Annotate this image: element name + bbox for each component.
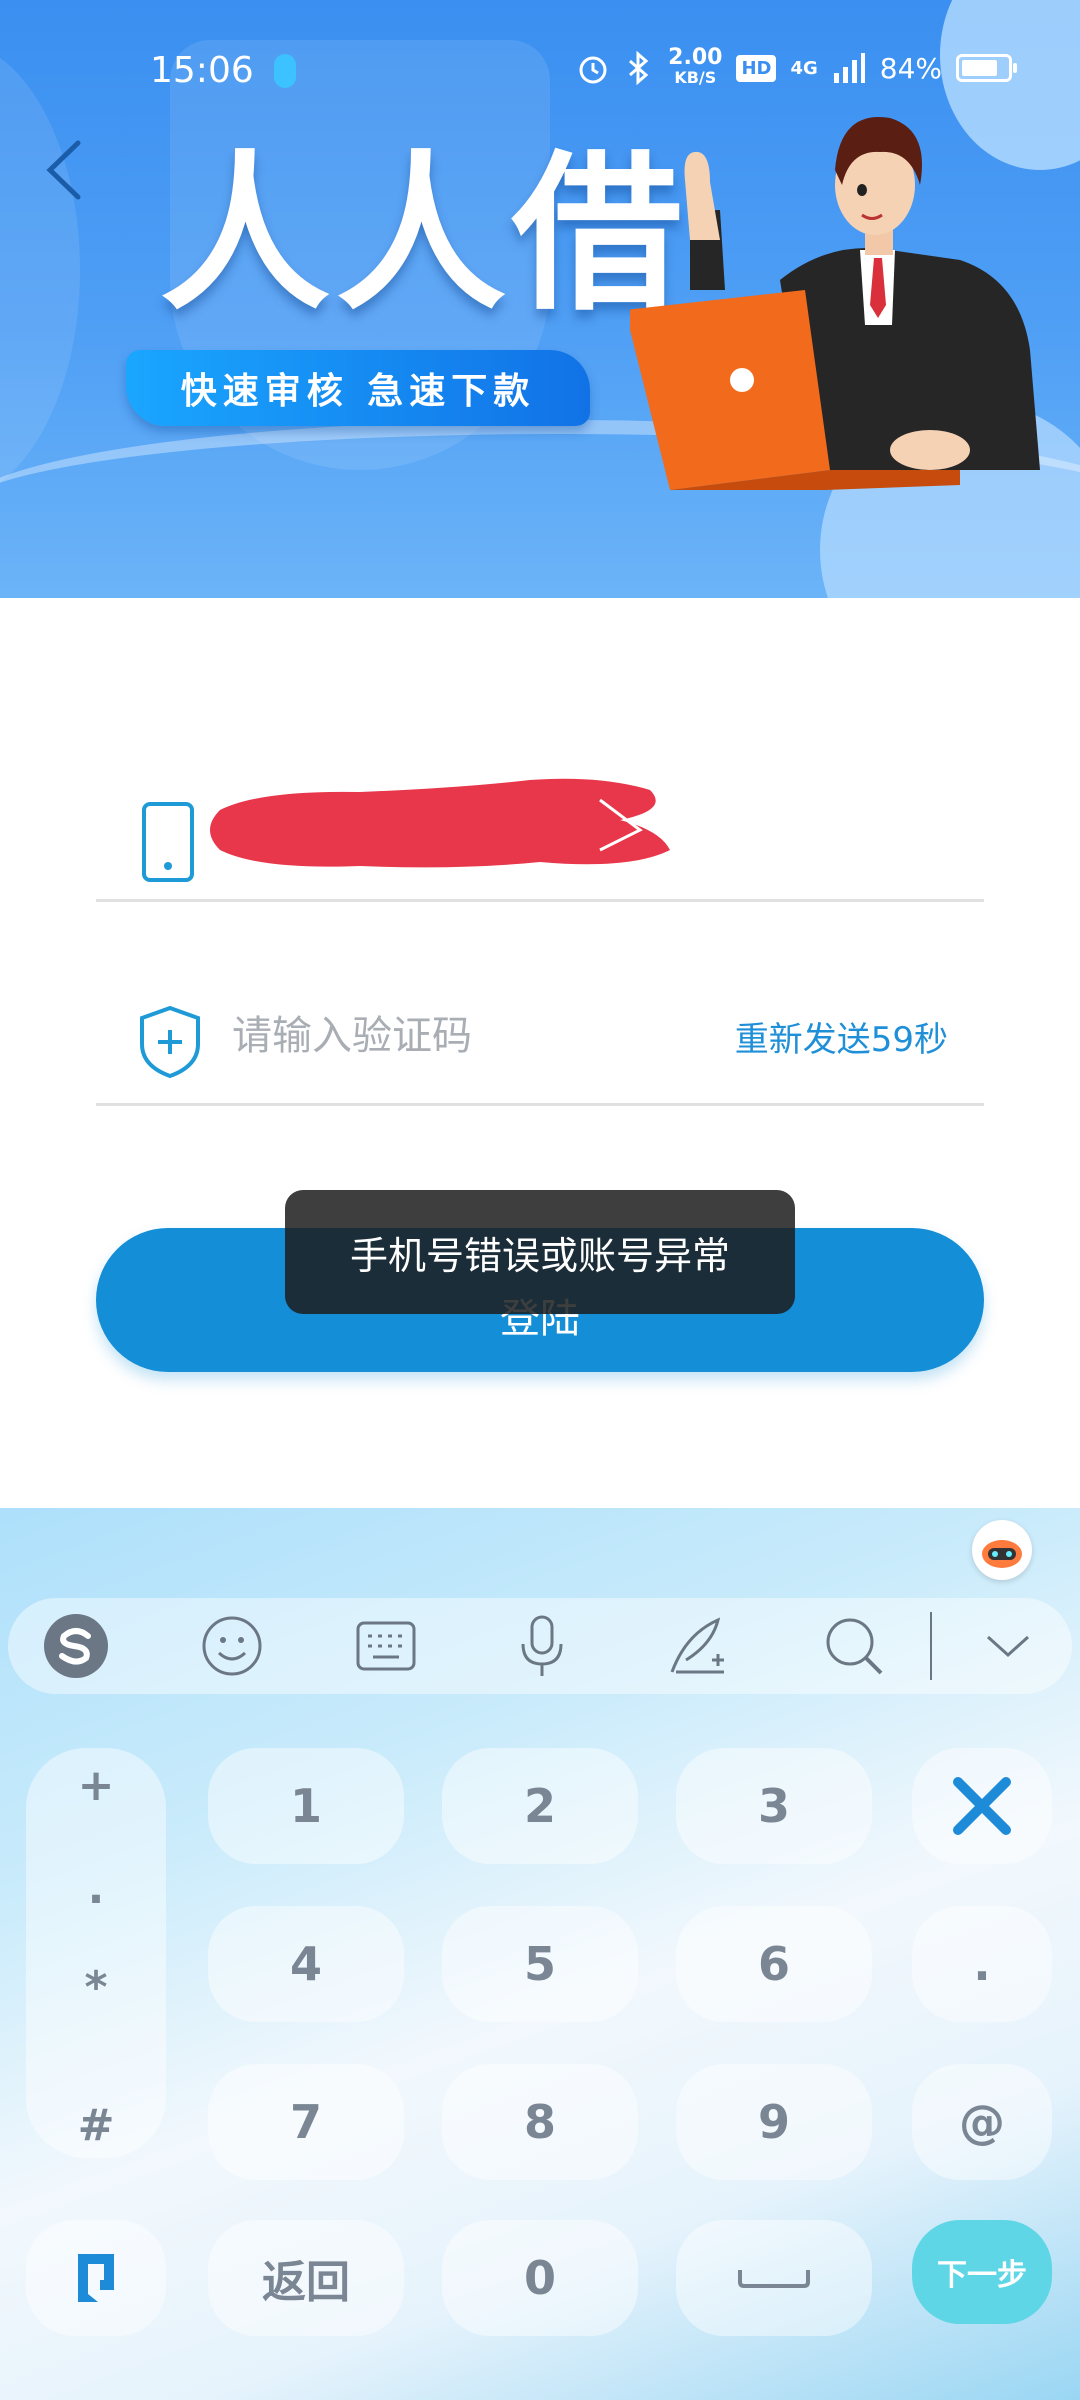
- back-button[interactable]: [24, 130, 104, 210]
- keyboard-toolbar: [8, 1598, 1072, 1694]
- ime-logo-icon: [78, 2254, 114, 2302]
- space-key[interactable]: [676, 2220, 872, 2336]
- next-step-key[interactable]: 下一步: [912, 2220, 1052, 2324]
- key-plus[interactable]: +: [26, 1760, 166, 1811]
- key-6[interactable]: 6: [676, 1906, 872, 2022]
- battery-percent: 84%: [879, 51, 942, 85]
- signal-icon: [833, 53, 865, 83]
- mascot-icon[interactable]: [972, 1520, 1032, 1580]
- back-key[interactable]: 返回: [208, 2220, 404, 2336]
- switch-ime-key[interactable]: [26, 2220, 166, 2336]
- microphone-icon[interactable]: [508, 1612, 576, 1680]
- businessman-illustration: [630, 117, 1040, 490]
- alarm-icon: [579, 56, 607, 84]
- key-1[interactable]: 1: [208, 1748, 404, 1864]
- key-4[interactable]: 4: [208, 1906, 404, 2022]
- symbol-column[interactable]: + . *: [26, 1748, 166, 2158]
- key-3[interactable]: 3: [676, 1748, 872, 1864]
- delete-key[interactable]: [912, 1748, 1052, 1864]
- delete-x-icon: [953, 1777, 1011, 1835]
- key-dot-symbol[interactable]: .: [26, 1863, 166, 1914]
- handwriting-icon[interactable]: [664, 1612, 732, 1680]
- brand-tagline: 快速审核 急速下款: [126, 350, 590, 426]
- verification-code-field[interactable]: 重新发送59秒: [96, 966, 984, 1106]
- numeric-keyboard: + . * # 1 2 3 4 5 6 . 7 8 9 @ 返回 0 下一步: [0, 1508, 1080, 2400]
- net-speed: 2.00 KB/S: [668, 45, 723, 88]
- key-7[interactable]: 7: [208, 2064, 404, 2180]
- key-0[interactable]: 0: [442, 2220, 638, 2336]
- chevron-left-icon: [46, 140, 81, 200]
- network-type: 4G: [790, 57, 818, 79]
- redaction-mark: [210, 778, 670, 868]
- key-5[interactable]: 5: [442, 1906, 638, 2022]
- search-icon[interactable]: [820, 1612, 888, 1680]
- key-9[interactable]: 9: [676, 2064, 872, 2180]
- header-banner: 人人借 快速审核 急速下款 15:06 2.00 KB/S HD 4G 84%: [0, 0, 1080, 598]
- space-icon: [738, 2270, 810, 2288]
- hd-badge: HD: [736, 54, 777, 82]
- bluetooth-icon: [629, 51, 649, 85]
- brand-title: 人人借: [160, 136, 689, 334]
- verification-code-input[interactable]: [232, 1006, 672, 1066]
- emoji-icon[interactable]: [198, 1612, 266, 1680]
- shield-plus-icon: [140, 1005, 200, 1079]
- sogou-logo-icon[interactable]: [42, 1612, 110, 1680]
- key-hash[interactable]: #: [26, 2100, 166, 2151]
- key-8[interactable]: 8: [442, 2064, 638, 2180]
- battery-icon: [956, 54, 1017, 82]
- status-bar: 15:06 2.00 KB/S HD 4G 84%: [0, 0, 1080, 140]
- keyboard-icon[interactable]: [352, 1612, 420, 1680]
- toolbar-divider: [930, 1612, 932, 1680]
- net-speed-unit: KB/S: [674, 68, 717, 87]
- net-speed-value: 2.00: [668, 45, 723, 70]
- key-dot[interactable]: .: [912, 1906, 1052, 2022]
- notification-dot-icon: [274, 54, 296, 88]
- status-time: 15:06: [150, 50, 254, 91]
- key-at[interactable]: @: [912, 2064, 1052, 2180]
- chevron-down-icon[interactable]: [974, 1612, 1042, 1680]
- phone-icon: [142, 802, 194, 882]
- key-asterisk[interactable]: *: [26, 1962, 166, 2013]
- key-2[interactable]: 2: [442, 1748, 638, 1864]
- error-toast: 手机号错误或账号异常: [285, 1190, 795, 1314]
- resend-code-button[interactable]: 重新发送59秒: [735, 1012, 948, 1061]
